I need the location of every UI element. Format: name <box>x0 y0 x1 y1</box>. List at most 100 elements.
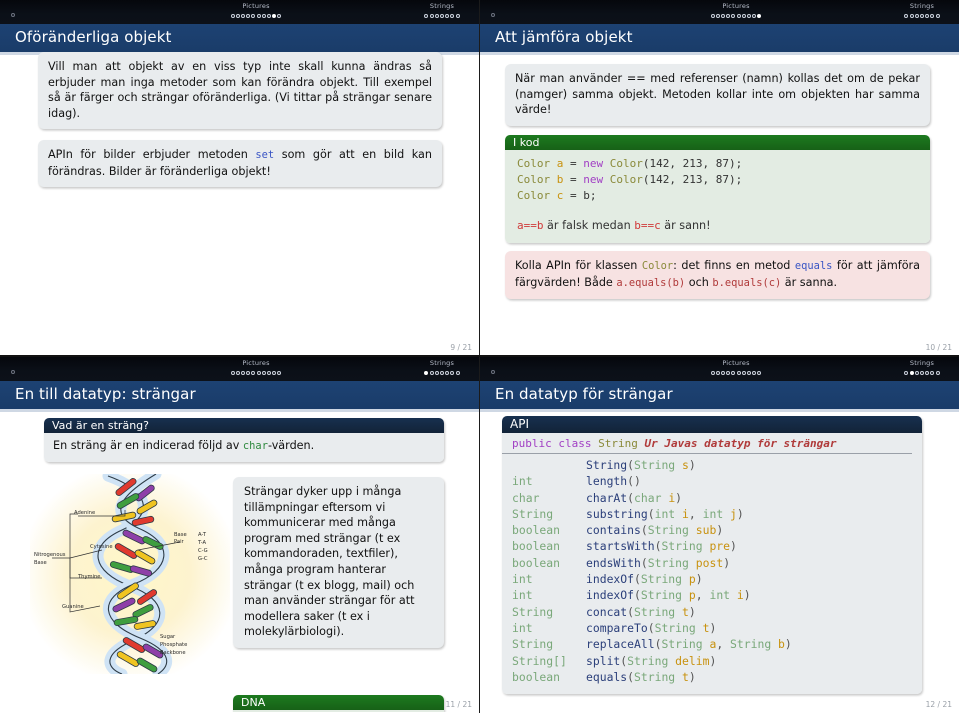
nav-dot[interactable] <box>230 13 235 18</box>
nav-dot[interactable] <box>440 370 444 375</box>
nav-dot[interactable] <box>455 13 460 18</box>
nav-dot[interactable] <box>746 370 751 375</box>
nav-group-pictures[interactable]: Pictures <box>196 359 316 375</box>
nav-dot[interactable] <box>235 13 240 18</box>
api-class-name: String <box>598 437 638 450</box>
nav-dot[interactable] <box>920 370 924 375</box>
nav-dot[interactable] <box>251 370 256 375</box>
nav-dot[interactable] <box>914 370 919 375</box>
nav-dot[interactable] <box>731 13 736 18</box>
nav-dot[interactable] <box>757 13 762 18</box>
nav-dot[interactable] <box>256 13 261 18</box>
nav-dots-strings[interactable] <box>872 369 959 375</box>
nav-dot[interactable] <box>925 13 930 18</box>
nav-dot[interactable] <box>715 370 720 375</box>
nav-dot[interactable] <box>246 13 251 18</box>
api-method-row: boolean equals(String t) <box>502 669 922 685</box>
nav-dot[interactable] <box>715 13 720 18</box>
api-arg-separator: , <box>688 506 703 521</box>
api-method-row: String(String s) <box>502 457 922 473</box>
nav-group-strings[interactable]: Strings <box>872 359 959 375</box>
nav-dot[interactable] <box>434 370 439 375</box>
nav-dot[interactable] <box>710 370 715 375</box>
nav-dot[interactable] <box>256 370 261 375</box>
nav-dot[interactable] <box>455 370 460 375</box>
nav-dot[interactable] <box>235 370 240 375</box>
conclusion-expr-a: a==b <box>517 219 544 232</box>
nav-dot[interactable] <box>710 13 715 18</box>
nav-dot[interactable] <box>731 370 736 375</box>
nav-dot[interactable] <box>721 370 726 375</box>
nav-dots-pictures[interactable] <box>196 12 316 18</box>
home-dot-icon[interactable] <box>491 13 495 17</box>
nav-dot[interactable] <box>251 13 256 18</box>
nav-dot[interactable] <box>230 370 235 375</box>
picture-api-text: APIn för bilder erbjuder metoden set som… <box>48 147 432 179</box>
api-arg-type: int <box>709 588 737 603</box>
nav-dots-pictures[interactable] <box>676 12 796 18</box>
nav-dots-strings[interactable] <box>392 12 479 18</box>
nav-dots-strings[interactable] <box>872 12 959 18</box>
nav-dot[interactable] <box>266 370 271 375</box>
nav-dot[interactable] <box>726 370 731 375</box>
home-dot-icon[interactable] <box>491 370 495 374</box>
nav-dot[interactable] <box>914 13 919 18</box>
nav-dot[interactable] <box>450 370 455 375</box>
nav-dot[interactable] <box>241 13 246 18</box>
nav-dot[interactable] <box>935 370 940 375</box>
nav-group-strings[interactable]: Strings <box>392 359 479 375</box>
nav-dot[interactable] <box>429 13 434 18</box>
nav-dot[interactable] <box>246 370 251 375</box>
nav-group-pictures[interactable]: Pictures <box>196 2 316 18</box>
nav-dot[interactable] <box>277 370 282 375</box>
nav-dot[interactable] <box>736 370 741 375</box>
nav-group-pictures[interactable]: Pictures <box>676 2 796 18</box>
nav-dot[interactable] <box>752 370 757 375</box>
slide-body: Vill man att objekt av en viss typ inte … <box>0 52 479 355</box>
nav-dot[interactable] <box>741 13 746 18</box>
nav-dot[interactable] <box>450 13 455 18</box>
nav-dots-pictures[interactable] <box>676 369 796 375</box>
nav-group-pictures[interactable]: Pictures <box>676 359 796 375</box>
nav-group-strings[interactable]: Strings <box>392 2 479 18</box>
nav-dots-strings[interactable] <box>392 369 479 375</box>
nav-dot[interactable] <box>266 13 271 18</box>
nav-dot[interactable] <box>757 370 762 375</box>
nav-dot[interactable] <box>741 370 746 375</box>
home-dot-icon[interactable] <box>11 13 15 17</box>
nav-dot[interactable] <box>261 370 266 375</box>
nav-dot[interactable] <box>909 370 914 375</box>
nav-dot[interactable] <box>904 370 909 375</box>
nav-dot[interactable] <box>434 13 439 18</box>
nav-dot[interactable] <box>736 13 741 18</box>
nav-dot[interactable] <box>261 13 266 18</box>
nav-dot[interactable] <box>445 13 450 18</box>
nav-dot[interactable] <box>746 13 751 18</box>
nav-dot[interactable] <box>904 13 909 18</box>
nav-dot[interactable] <box>930 370 935 375</box>
nav-dot[interactable] <box>925 370 930 375</box>
api-return-type: boolean <box>512 539 561 554</box>
nav-dot[interactable] <box>277 13 282 18</box>
code-token: = <box>563 157 584 170</box>
nav-dot[interactable] <box>909 13 914 18</box>
nav-dot[interactable] <box>241 370 246 375</box>
nav-dot[interactable] <box>445 370 450 375</box>
nav-dot[interactable] <box>424 13 429 18</box>
nav-dot[interactable] <box>920 13 924 18</box>
nav-dot[interactable] <box>272 370 277 375</box>
nav-dot[interactable] <box>930 13 935 18</box>
nav-dot[interactable] <box>752 13 757 18</box>
immutability-explanation-text: Vill man att objekt av en viss typ inte … <box>48 60 432 120</box>
nav-dot[interactable] <box>935 13 940 18</box>
nav-group-strings[interactable]: Strings <box>872 2 959 18</box>
nav-dot[interactable] <box>272 13 277 18</box>
nav-dot[interactable] <box>721 13 726 18</box>
nav-dots-pictures[interactable] <box>196 369 316 375</box>
home-dot-icon[interactable] <box>11 370 15 374</box>
nav-dot[interactable] <box>424 370 429 375</box>
page-number: 9 / 21 <box>450 343 472 352</box>
nav-dot[interactable] <box>440 13 444 18</box>
nav-dot[interactable] <box>726 13 731 18</box>
nav-dot[interactable] <box>429 370 434 375</box>
